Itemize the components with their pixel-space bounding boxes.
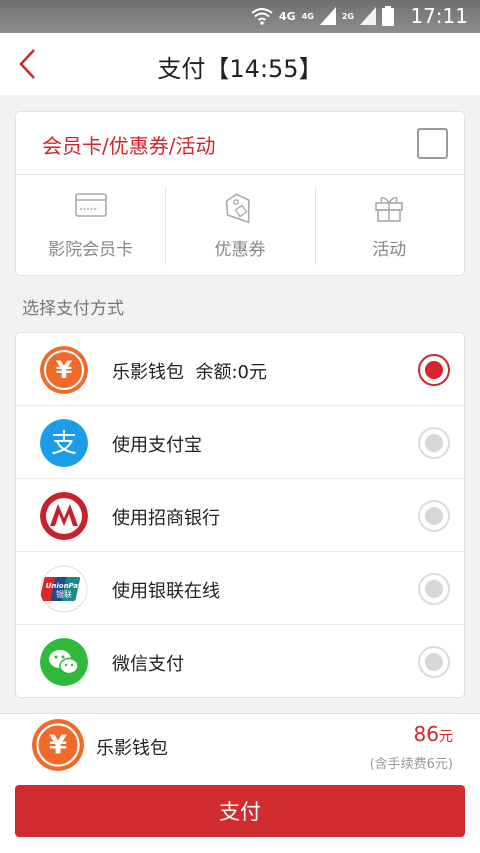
promo-option-member-card[interactable]: 影院会员卡 <box>16 175 165 275</box>
network-type-tertiary: 2G <box>341 11 354 21</box>
nav-bar: 支付【14:55】 <box>0 33 480 95</box>
payment-method-name: 使用支付宝 <box>112 435 202 456</box>
promo-checkbox[interactable] <box>417 128 448 159</box>
page-title: 支付【14:55】 <box>157 55 323 83</box>
network-type-primary: 4G <box>279 9 296 23</box>
promo-options: 影院会员卡 优惠券 活动 <box>16 175 464 275</box>
payment-method-wallet[interactable]: ¥ 乐影钱包 余额:0元 <box>16 333 464 406</box>
amount-unit: 元 <box>439 729 453 745</box>
payment-methods-list: ¥ 乐影钱包 余额:0元 支 使用支付宝 使用招商银行 UnionPay 银联 … <box>15 332 465 698</box>
payment-method-unionpay[interactable]: UnionPay 银联 使用银联在线 <box>16 552 464 625</box>
promo-header[interactable]: 会员卡/优惠券/活动 <box>16 112 464 175</box>
promo-option-label: 活动 <box>372 240 407 260</box>
svg-text:¥: ¥ <box>56 356 73 384</box>
selected-wallet-name: 乐影钱包 <box>96 738 168 759</box>
promo-option-coupon[interactable]: 优惠券 <box>165 175 314 275</box>
payment-method-name: 乐影钱包 余额:0元 <box>112 362 267 383</box>
svg-text:¥: ¥ <box>49 731 67 761</box>
payment-radio[interactable] <box>418 500 450 532</box>
coupon-tag-icon <box>225 193 250 224</box>
payment-radio[interactable] <box>418 427 450 459</box>
promo-card: 会员卡/优惠券/活动 影院会员卡 优惠券 活动 <box>15 111 465 276</box>
payment-radio[interactable] <box>418 646 450 678</box>
promo-option-activity[interactable]: 活动 <box>314 175 464 275</box>
payment-radio-selected[interactable] <box>418 354 450 386</box>
alipay-icon: 支 <box>40 419 88 467</box>
promo-label: 会员卡/优惠券/活动 <box>42 134 216 158</box>
payment-method-name: 微信支付 <box>112 654 184 675</box>
unionpay-logo-text-cn: 银联 <box>56 589 72 599</box>
promo-option-label: 影院会员卡 <box>48 240 134 260</box>
fee-note: (含手续费6元) <box>369 757 453 772</box>
cmb-icon <box>40 492 88 540</box>
total-amount: 86元 <box>414 722 453 746</box>
unionpay-icon: UnionPay 银联 <box>40 565 88 613</box>
payment-method-name: 使用招商银行 <box>112 508 220 529</box>
payment-method-cmb[interactable]: 使用招商银行 <box>16 479 464 552</box>
card-icon <box>74 193 107 217</box>
promo-option-label: 优惠券 <box>214 240 266 260</box>
status-time: 17:11 <box>410 4 468 28</box>
network-type-secondary: 4G <box>301 11 314 21</box>
gift-icon <box>375 196 404 222</box>
payment-radio[interactable] <box>418 573 450 605</box>
yuan-wallet-icon: ¥ <box>32 719 84 771</box>
wechat-icon <box>40 638 88 686</box>
payment-method-wechat[interactable]: 微信支付 <box>16 625 464 698</box>
payment-section-title: 选择支付方式 <box>22 299 124 319</box>
yuan-wallet-icon: ¥ <box>40 346 88 394</box>
payment-method-name: 使用银联在线 <box>112 581 220 602</box>
amount-value: 86 <box>413 722 439 746</box>
unionpay-logo-text: UnionPay <box>46 582 83 590</box>
signal-icon <box>360 7 376 25</box>
payment-summary: ¥ 乐影钱包 86元 (含手续费6元) 支付 <box>0 713 480 853</box>
battery-icon <box>382 6 394 26</box>
payment-method-alipay[interactable]: 支 使用支付宝 <box>16 406 464 479</box>
svg-text:支: 支 <box>51 429 77 459</box>
status-icons: 4G 4G 2G <box>251 6 394 26</box>
wifi-icon <box>251 8 273 25</box>
status-bar: 4G 4G 2G 17:11 <box>0 0 480 33</box>
pay-button[interactable]: 支付 <box>15 785 465 837</box>
signal-icon <box>319 7 336 25</box>
